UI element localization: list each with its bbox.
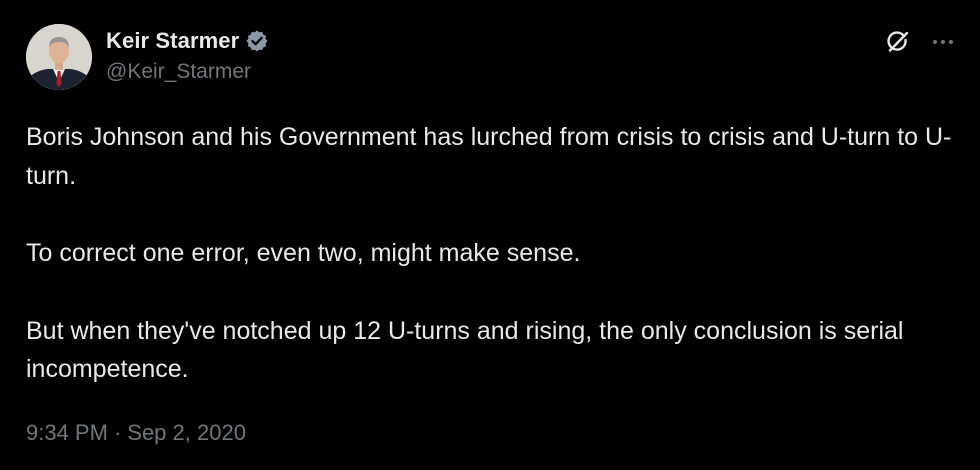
verified-badge-icon[interactable]	[245, 29, 269, 53]
tweet-timestamp: 9:34 PM · Sep 2, 2020	[26, 420, 246, 446]
author-handle[interactable]: @Keir_Starmer	[106, 60, 269, 84]
avatar[interactable]	[26, 24, 92, 90]
tweet-time[interactable]: 9:34 PM	[26, 420, 108, 446]
name-row: Keir Starmer	[106, 28, 269, 54]
more-options-icon[interactable]	[930, 29, 956, 55]
tweet-card: Keir Starmer @Keir_Starmer Boris Johnson…	[0, 0, 980, 470]
tweet-header: Keir Starmer @Keir_Starmer	[26, 24, 954, 90]
tweet-paragraph: To correct one error, even two, might ma…	[26, 239, 581, 267]
author-identity: Keir Starmer @Keir_Starmer	[106, 28, 269, 84]
timestamp-separator: ·	[113, 420, 122, 445]
tweet-text: Boris Johnson and his Government has lur…	[26, 118, 956, 389]
tweet-date[interactable]: Sep 2, 2020	[127, 420, 246, 446]
author-display-name[interactable]: Keir Starmer	[106, 28, 239, 54]
grok-icon[interactable]	[884, 28, 912, 56]
tweet-paragraph: But when they've notched up 12 U-turns a…	[26, 316, 904, 384]
header-actions	[884, 28, 956, 56]
tweet-paragraph: Boris Johnson and his Government has lur…	[26, 123, 952, 190]
